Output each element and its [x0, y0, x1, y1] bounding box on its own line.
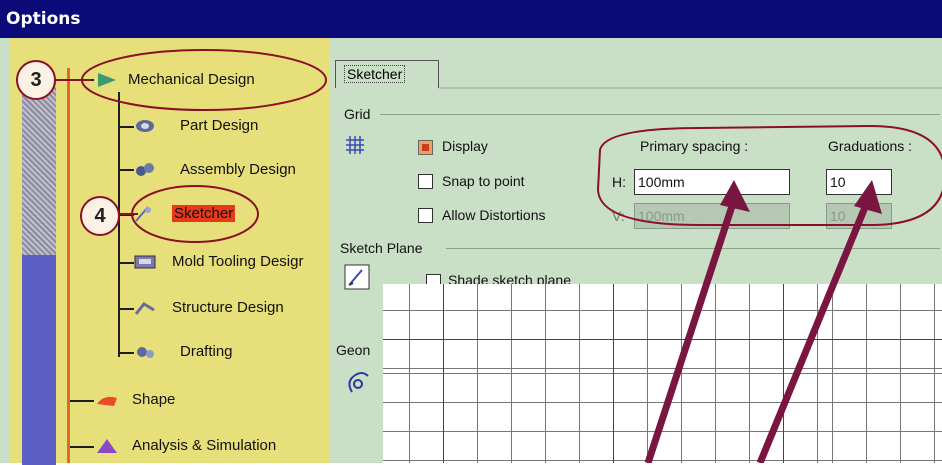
callout-4: 4	[80, 196, 120, 236]
arrow-to-spacing-field	[644, 198, 738, 463]
annotation-layer	[44, 49, 942, 463]
highlight-ellipse-spacing	[596, 124, 942, 226]
callout-3: 3	[16, 60, 56, 100]
highlight-ellipse-sketcher	[131, 185, 259, 243]
arrow-head-spacing	[720, 180, 750, 212]
arrow-head-graduations	[854, 180, 882, 214]
arrow-to-graduations-field	[756, 198, 872, 463]
highlight-ellipse-mechanical-design	[81, 49, 327, 111]
